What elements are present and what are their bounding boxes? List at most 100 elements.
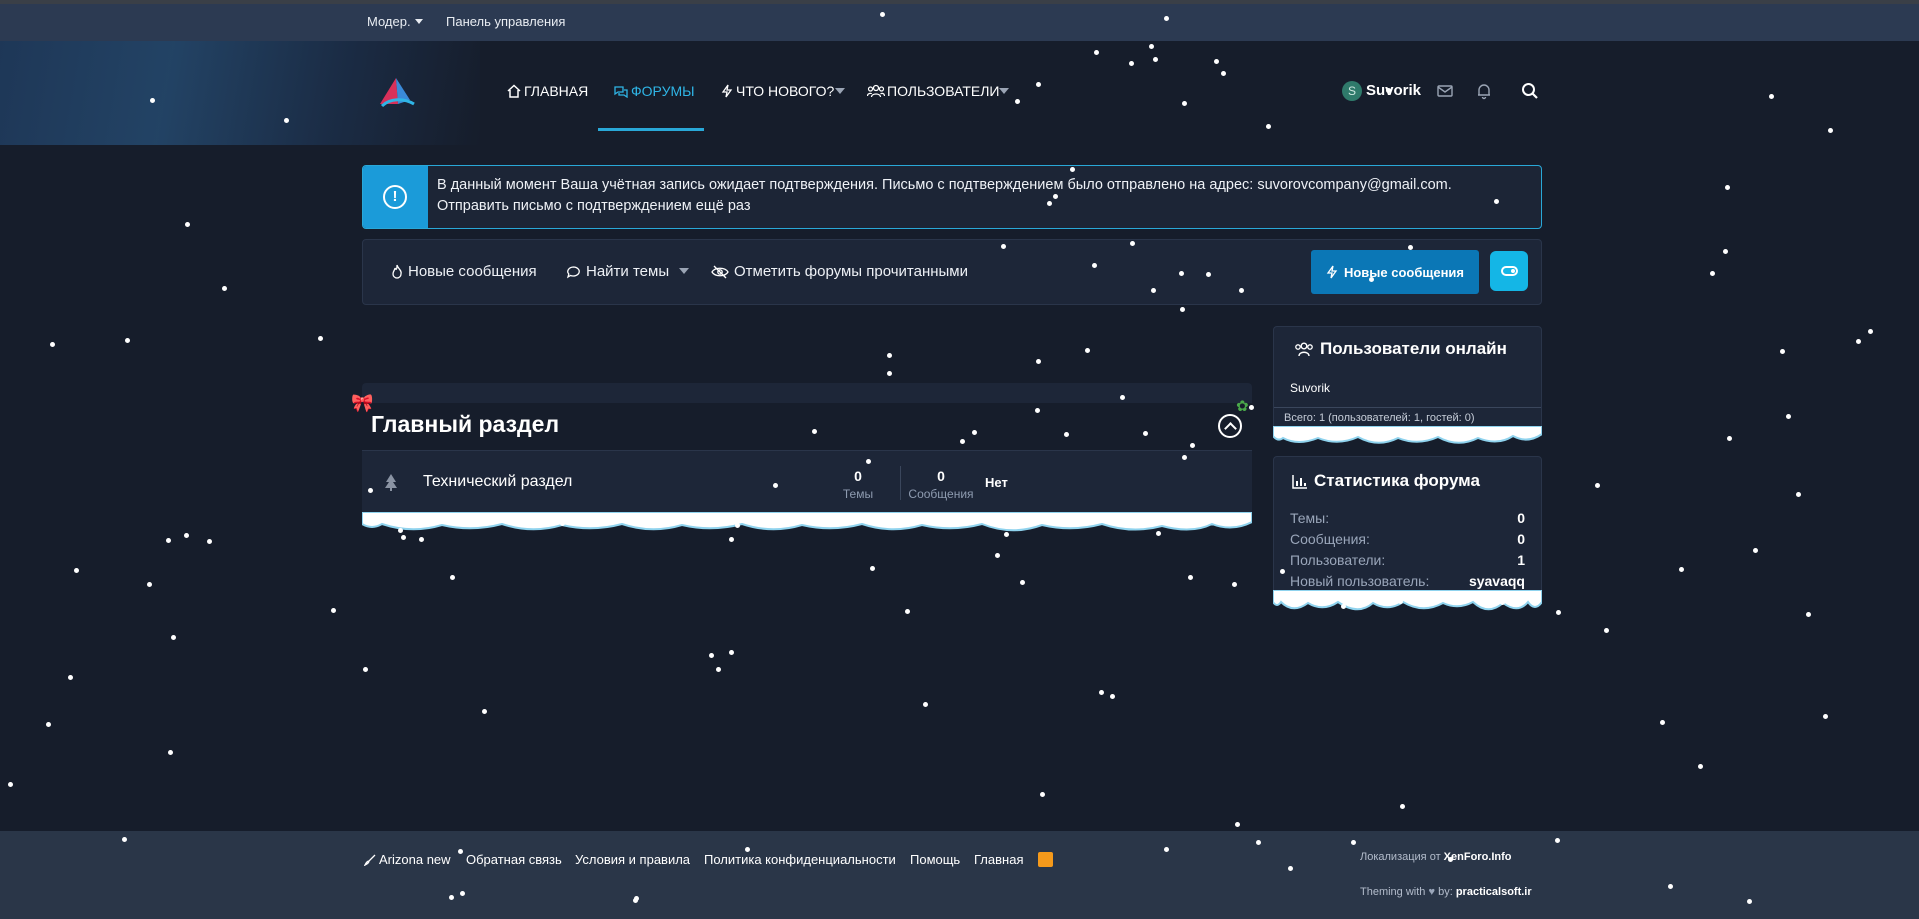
snowflake: [1604, 628, 1609, 633]
new-posts-label: Новые сообщения: [408, 263, 537, 280]
snowflake: [887, 353, 892, 358]
footer-link-terms[interactable]: Условия и правила: [575, 852, 690, 867]
snowflake: [887, 371, 892, 376]
snowflake: [729, 537, 734, 542]
newest-member-link[interactable]: syavaqq: [1469, 573, 1525, 589]
snowflake: [184, 533, 189, 538]
localization-link[interactable]: XenForo.Info: [1444, 851, 1512, 863]
snowflake: [972, 430, 977, 435]
account-confirmation-notice: ! В данный момент Ваша учётная запись ож…: [362, 165, 1542, 229]
snowflake: [168, 750, 173, 755]
snowflake: [284, 118, 289, 123]
account-username[interactable]: Suvorik: [1366, 82, 1421, 99]
chevron-down-icon[interactable]: [999, 88, 1009, 94]
chevron-down-icon[interactable]: [679, 268, 689, 274]
find-threads-link[interactable]: Найти темы: [566, 263, 669, 280]
forum-node-title[interactable]: Технический раздел: [423, 473, 572, 491]
footer-link-privacy[interactable]: Политика конфиденциальности: [704, 852, 896, 867]
mark-forums-read-link[interactable]: Отметить форумы прочитанными: [711, 263, 968, 280]
snowflake: [1110, 694, 1115, 699]
snowflake: [1288, 866, 1293, 871]
snowflake: [1036, 82, 1041, 87]
snowflake: [68, 675, 73, 680]
style-toggle-button[interactable]: [1490, 251, 1528, 291]
nav-forums[interactable]: ФОРУМЫ: [613, 83, 695, 99]
snowflake: [1143, 431, 1148, 436]
search-icon[interactable]: [1521, 82, 1539, 100]
forum-node-row[interactable]: Технический раздел 0 Темы 0 Сообщения Не…: [362, 450, 1252, 514]
snowflake: [1053, 194, 1058, 199]
paint-brush-icon: [364, 854, 376, 866]
avatar[interactable]: S: [1342, 81, 1362, 101]
stat-row-members: Пользователи: 1: [1290, 552, 1525, 568]
snowflake: [401, 535, 406, 540]
chat-icon: [614, 86, 628, 98]
nav-home[interactable]: ГЛАВНАЯ: [506, 83, 588, 99]
snowflake: [1179, 271, 1184, 276]
theming-prefix: Theming with: [1360, 886, 1426, 898]
resend-confirmation-link[interactable]: Отправить письмо с подтверждением ещё ра…: [437, 198, 751, 214]
bolt-icon: [721, 84, 733, 98]
forum-statistics-widget: Статистика форума Темы: 0 Сообщения: 0 Пол…: [1273, 456, 1542, 598]
snowflake: [1828, 128, 1833, 133]
snowflake: [1698, 764, 1703, 769]
snowflake: [1280, 569, 1285, 574]
snowflake: [1235, 822, 1240, 827]
snowflake: [1723, 249, 1728, 254]
nav-members-label: ПОЛЬЗОВАТЕЛИ: [887, 83, 1000, 99]
snowflake: [1266, 124, 1271, 129]
online-user-link[interactable]: Suvorik: [1290, 381, 1525, 395]
collapse-toggle-icon[interactable]: [1218, 414, 1242, 438]
stat-label: Темы:: [1290, 510, 1330, 526]
footer-link-label: Arizona new: [379, 852, 451, 867]
moderator-menu[interactable]: Модер.: [367, 14, 423, 29]
snowflake: [1130, 241, 1135, 246]
footer-link-contact[interactable]: Обратная связь: [466, 852, 562, 867]
snowflake: [773, 483, 778, 488]
messages-count: 0: [937, 468, 945, 484]
snowflake: [1153, 57, 1158, 62]
snowflake: [185, 222, 190, 227]
admin-panel-link[interactable]: Панель управления: [446, 14, 565, 29]
nav-members[interactable]: ПОЛЬЗОВАТЕЛИ: [867, 83, 999, 99]
christmas-tree-icon: [385, 474, 397, 491]
site-logo-icon[interactable]: [374, 70, 418, 114]
stat-value: 1: [1517, 552, 1525, 568]
snowflake: [1092, 263, 1097, 268]
snowflake: [147, 582, 152, 587]
snowflake: [1747, 899, 1752, 904]
home-icon: [507, 84, 521, 98]
snowflake: [1668, 884, 1673, 889]
theming-link[interactable]: practicalsoft.ir: [1456, 886, 1532, 898]
snowflake: [1786, 414, 1791, 419]
snowflake: [1020, 580, 1025, 585]
snowflake: [482, 709, 487, 714]
new-posts-link[interactable]: Новые сообщения: [391, 263, 537, 280]
bar-chart-icon: [1292, 474, 1307, 489]
snowflake: [458, 849, 463, 854]
footer-link-arizona[interactable]: Arizona new: [364, 852, 451, 867]
snowflake: [1796, 492, 1801, 497]
snowflake: [74, 568, 79, 573]
snowflake: [398, 528, 403, 533]
online-widget-header: Пользователи онлайн: [1294, 339, 1507, 359]
category-title[interactable]: Главный раздел: [371, 411, 559, 438]
footer-link-help[interactable]: Помощь: [910, 852, 960, 867]
footer-link-home[interactable]: Главная: [974, 852, 1023, 867]
rss-icon[interactable]: [1038, 852, 1053, 867]
new-posts-button[interactable]: Новые сообщения: [1311, 250, 1479, 294]
snowflake: [735, 523, 740, 528]
bell-icon[interactable]: [1475, 82, 1493, 100]
chevron-down-icon[interactable]: [835, 88, 845, 94]
info-icon: !: [383, 185, 407, 209]
messages-label: Сообщения: [908, 487, 974, 501]
nav-whats-new[interactable]: ЧТО НОВОГО?: [720, 83, 834, 99]
snowflake: [1221, 71, 1226, 76]
snowflake: [449, 895, 454, 900]
mail-icon[interactable]: [1436, 82, 1454, 100]
snowflake: [8, 782, 13, 787]
widget-divider: [1274, 407, 1541, 408]
forum-action-bar: Новые сообщения Найти темы Отметить фору…: [362, 239, 1542, 305]
snowflake: [1190, 443, 1195, 448]
snowflake: [1151, 288, 1156, 293]
